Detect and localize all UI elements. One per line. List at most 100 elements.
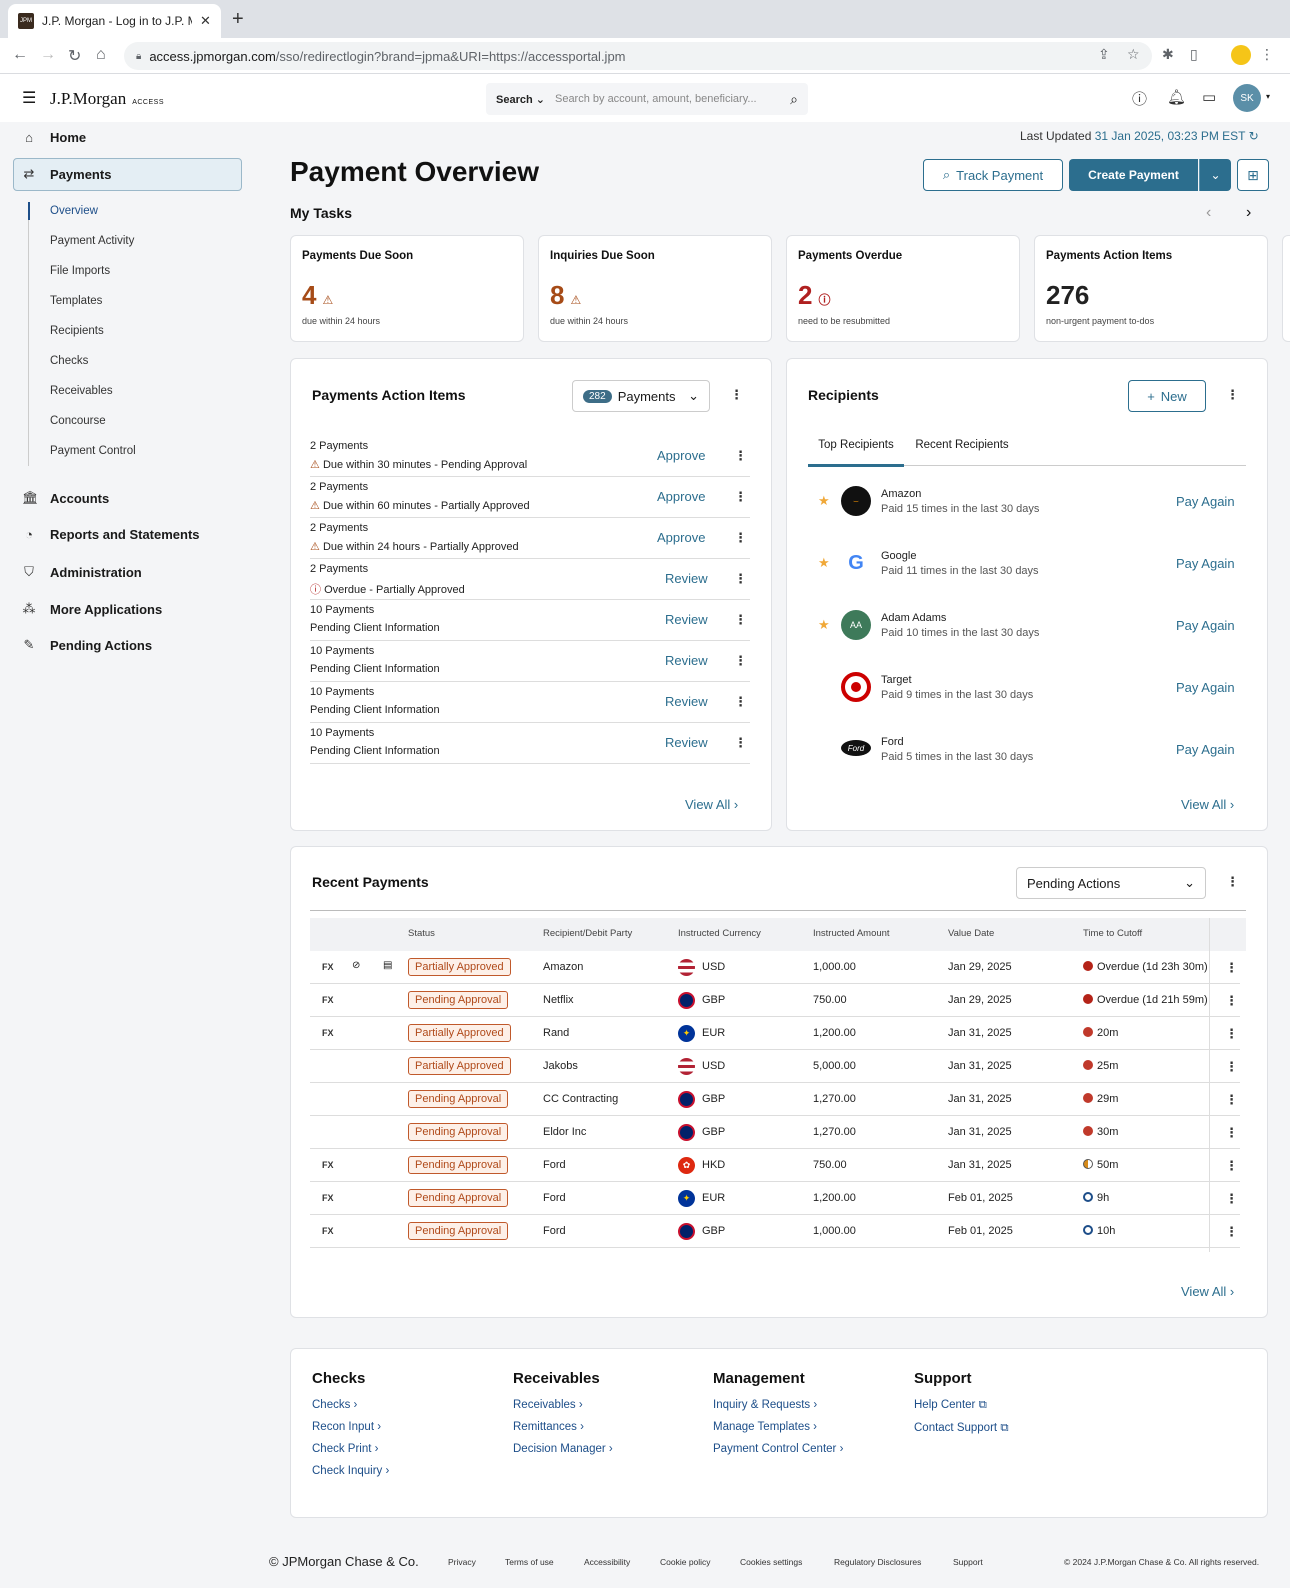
bookmark-star-icon[interactable]: ☆ (1127, 46, 1140, 63)
table-row[interactable]: Pending Approval Eldor Inc GBP 1,270.00 … (310, 1116, 1240, 1149)
sidebar-sub-payment-activity[interactable]: Payment Activity (50, 235, 134, 247)
sidebar-item-reports[interactable]: ◔ Reports and Statements (22, 527, 199, 542)
kebab-menu-icon[interactable]: ⋮ (1225, 1059, 1238, 1075)
table-row[interactable]: FX Pending Approval Ford ✦ EUR 1,200.00 … (310, 1182, 1240, 1215)
new-tab-icon[interactable]: + (232, 8, 244, 31)
sidebar-sub-receivables[interactable]: Receivables (50, 385, 113, 397)
sidebar-sub-concourse[interactable]: Concourse (50, 415, 106, 427)
kebab-menu-icon[interactable]: ⋮ (1225, 1158, 1238, 1174)
kebab-menu-icon[interactable]: ⋮ (1225, 1125, 1238, 1141)
browser-tab[interactable]: JPM J.P. Morgan - Log in to J.P. Mo ✕ (8, 4, 221, 38)
col-header-value-date[interactable]: Value Date (948, 928, 994, 939)
sidebar-sub-recipients[interactable]: Recipients (50, 325, 104, 337)
review-button[interactable]: Review (665, 612, 708, 627)
pay-again-button[interactable]: Pay Again (1176, 742, 1235, 757)
sidebar-item-home[interactable]: ⌂ Home (22, 130, 86, 145)
jpmorgan-logo[interactable]: J.P.Morgan ACCESS (50, 89, 164, 109)
track-payment-button[interactable]: ⌕ Track Payment (923, 159, 1063, 191)
pay-again-button[interactable]: Pay Again (1176, 556, 1235, 571)
kebab-menu-icon[interactable]: ⋮ (734, 612, 747, 628)
footer-link[interactable]: Contact Support ⧉ (914, 1422, 1009, 1435)
table-row[interactable]: Partially Approved Jakobs USD 5,000.00 J… (310, 1050, 1240, 1083)
footer-link[interactable]: Receivables › (513, 1399, 613, 1411)
support-link[interactable]: Support (953, 1557, 983, 1567)
footer-link[interactable]: Check Print › (312, 1443, 389, 1455)
kebab-menu-icon[interactable]: ⋮ (1225, 1092, 1238, 1108)
kebab-menu-icon[interactable]: ⋮ (1225, 993, 1238, 1009)
avatar-chevron-icon[interactable]: ▾ (1266, 92, 1270, 101)
footer-link[interactable]: Checks › (312, 1399, 389, 1411)
star-icon[interactable]: ★ (818, 617, 830, 633)
col-header-recipient[interactable]: Recipient/Debit Party (543, 928, 632, 939)
sidebar-item-more-applications[interactable]: ⁂ More Applications (22, 601, 163, 617)
kebab-menu-icon[interactable]: ⋮ (1226, 874, 1239, 890)
task-card-payments-action-items[interactable]: Payments Action Items 276 non-urgent pay… (1034, 235, 1268, 342)
url-field[interactable]: 🔒︎ access.jpmorgan.com/sso/redirectlogin… (124, 42, 1152, 70)
col-header-currency[interactable]: Instructed Currency (678, 928, 761, 939)
task-card-payments-overdue[interactable]: Payments Overdue 2 ⓘ need to be resubmitt… (786, 235, 1020, 342)
cookie-policy-link[interactable]: Cookie policy (660, 1557, 711, 1567)
global-search[interactable]: Search ⌄ Search by account, amount, bene… (486, 83, 808, 115)
approve-button[interactable]: Approve (657, 448, 705, 463)
table-row[interactable]: FX ⊘ ▤ Partially Approved Amazon USD 1,0… (310, 951, 1240, 984)
sidebar-sub-overview[interactable]: Overview (50, 205, 98, 217)
new-recipient-button[interactable]: + New (1128, 380, 1206, 412)
pay-again-button[interactable]: Pay Again (1176, 680, 1235, 695)
sidebar-sub-templates[interactable]: Templates (50, 295, 102, 307)
table-row[interactable]: FX Pending Approval Ford ✿ HKD 750.00 Ja… (310, 1149, 1240, 1182)
browser-menu-icon[interactable]: ⋮ (1260, 46, 1274, 63)
kebab-menu-icon[interactable]: ⋮ (734, 571, 747, 587)
footer-link[interactable]: Decision Manager › (513, 1443, 613, 1455)
sidebar-item-payments[interactable]: ⇄ Payments (22, 166, 112, 182)
pay-again-button[interactable]: Pay Again (1176, 494, 1235, 509)
cookie-settings-link[interactable]: Cookies settings (740, 1557, 802, 1567)
sidebar-sub-payment-control[interactable]: Payment Control (50, 445, 136, 457)
kebab-menu-icon[interactable]: ⋮ (734, 489, 747, 505)
search-icon[interactable]: ⌕ (790, 91, 798, 108)
hidden-eye-icon[interactable]: ⊘ (352, 960, 360, 971)
kebab-menu-icon[interactable]: ⋮ (1225, 1026, 1238, 1042)
table-row[interactable]: Pending Approval CC Contracting GBP 1,27… (310, 1083, 1240, 1116)
search-scope-dropdown[interactable]: Search ⌄ (496, 93, 545, 106)
review-button[interactable]: Review (665, 571, 708, 586)
back-icon[interactable]: ← (12, 46, 28, 64)
home-browser-icon[interactable]: ⌂ (96, 46, 106, 64)
kebab-menu-icon[interactable]: ⋮ (1225, 1191, 1238, 1207)
footer-link[interactable]: Check Inquiry › (312, 1465, 389, 1477)
task-card-payments-due-soon[interactable]: Payments Due Soon 4 ⚠ due within 24 hours (290, 235, 524, 342)
tab-recent-recipients[interactable]: Recent Recipients (914, 437, 1010, 467)
close-tab-icon[interactable]: ✕ (200, 13, 211, 29)
tab-top-recipients[interactable]: Top Recipients (808, 437, 904, 467)
action-items-view-all-link[interactable]: View All › (685, 797, 738, 812)
action-items-filter-dropdown[interactable]: 282 Payments ⌄ (572, 380, 710, 412)
kebab-menu-icon[interactable]: ⋮ (1225, 1224, 1238, 1240)
refresh-icon[interactable]: ↻ (1249, 129, 1259, 143)
terms-link[interactable]: Terms of use (505, 1557, 554, 1567)
grid-view-button[interactable]: ⊞ (1237, 159, 1269, 191)
approve-button[interactable]: Approve (657, 530, 705, 545)
sidebar-item-accounts[interactable]: 🏛︎ Accounts (22, 490, 109, 506)
footer-link[interactable]: Remittances › (513, 1421, 613, 1433)
user-avatar[interactable]: SK (1233, 84, 1261, 112)
col-header-status[interactable]: Status (408, 928, 435, 939)
sidebar-item-pending-actions[interactable]: ✎ Pending Actions (22, 637, 153, 653)
prev-arrow-icon[interactable]: ‹ (1206, 204, 1211, 222)
extensions-icon[interactable]: ✱ (1162, 46, 1174, 63)
help-icon[interactable]: ⓘ (1132, 88, 1147, 109)
kebab-menu-icon[interactable]: ⋮ (734, 653, 747, 669)
table-row[interactable]: FX Pending Approval Ford GBP 1,000.00 Fe… (310, 1215, 1240, 1248)
table-row[interactable]: FX Pending Approval Netflix GBP 750.00 J… (310, 984, 1240, 1017)
recent-payments-filter-dropdown[interactable]: Pending Actions ⌄ (1016, 867, 1206, 899)
recent-payments-view-all-link[interactable]: View All › (1181, 1284, 1234, 1299)
reload-icon[interactable]: ↻ (68, 46, 81, 66)
footer-link[interactable]: Manage Templates › (713, 1421, 843, 1433)
kebab-menu-icon[interactable]: ⋮ (1225, 960, 1238, 976)
footer-link[interactable]: Inquiry & Requests › (713, 1399, 843, 1411)
accessibility-link[interactable]: Accessibility (584, 1557, 630, 1567)
search-input[interactable]: Search by account, amount, beneficiary..… (555, 93, 780, 105)
footer-link[interactable]: Payment Control Center › (713, 1443, 843, 1455)
approve-button[interactable]: Approve (657, 489, 705, 504)
table-row[interactable]: FX Partially Approved Rand ✦ EUR 1,200.0… (310, 1017, 1240, 1050)
star-icon[interactable]: ★ (818, 493, 830, 509)
forward-icon[interactable]: → (40, 46, 56, 64)
